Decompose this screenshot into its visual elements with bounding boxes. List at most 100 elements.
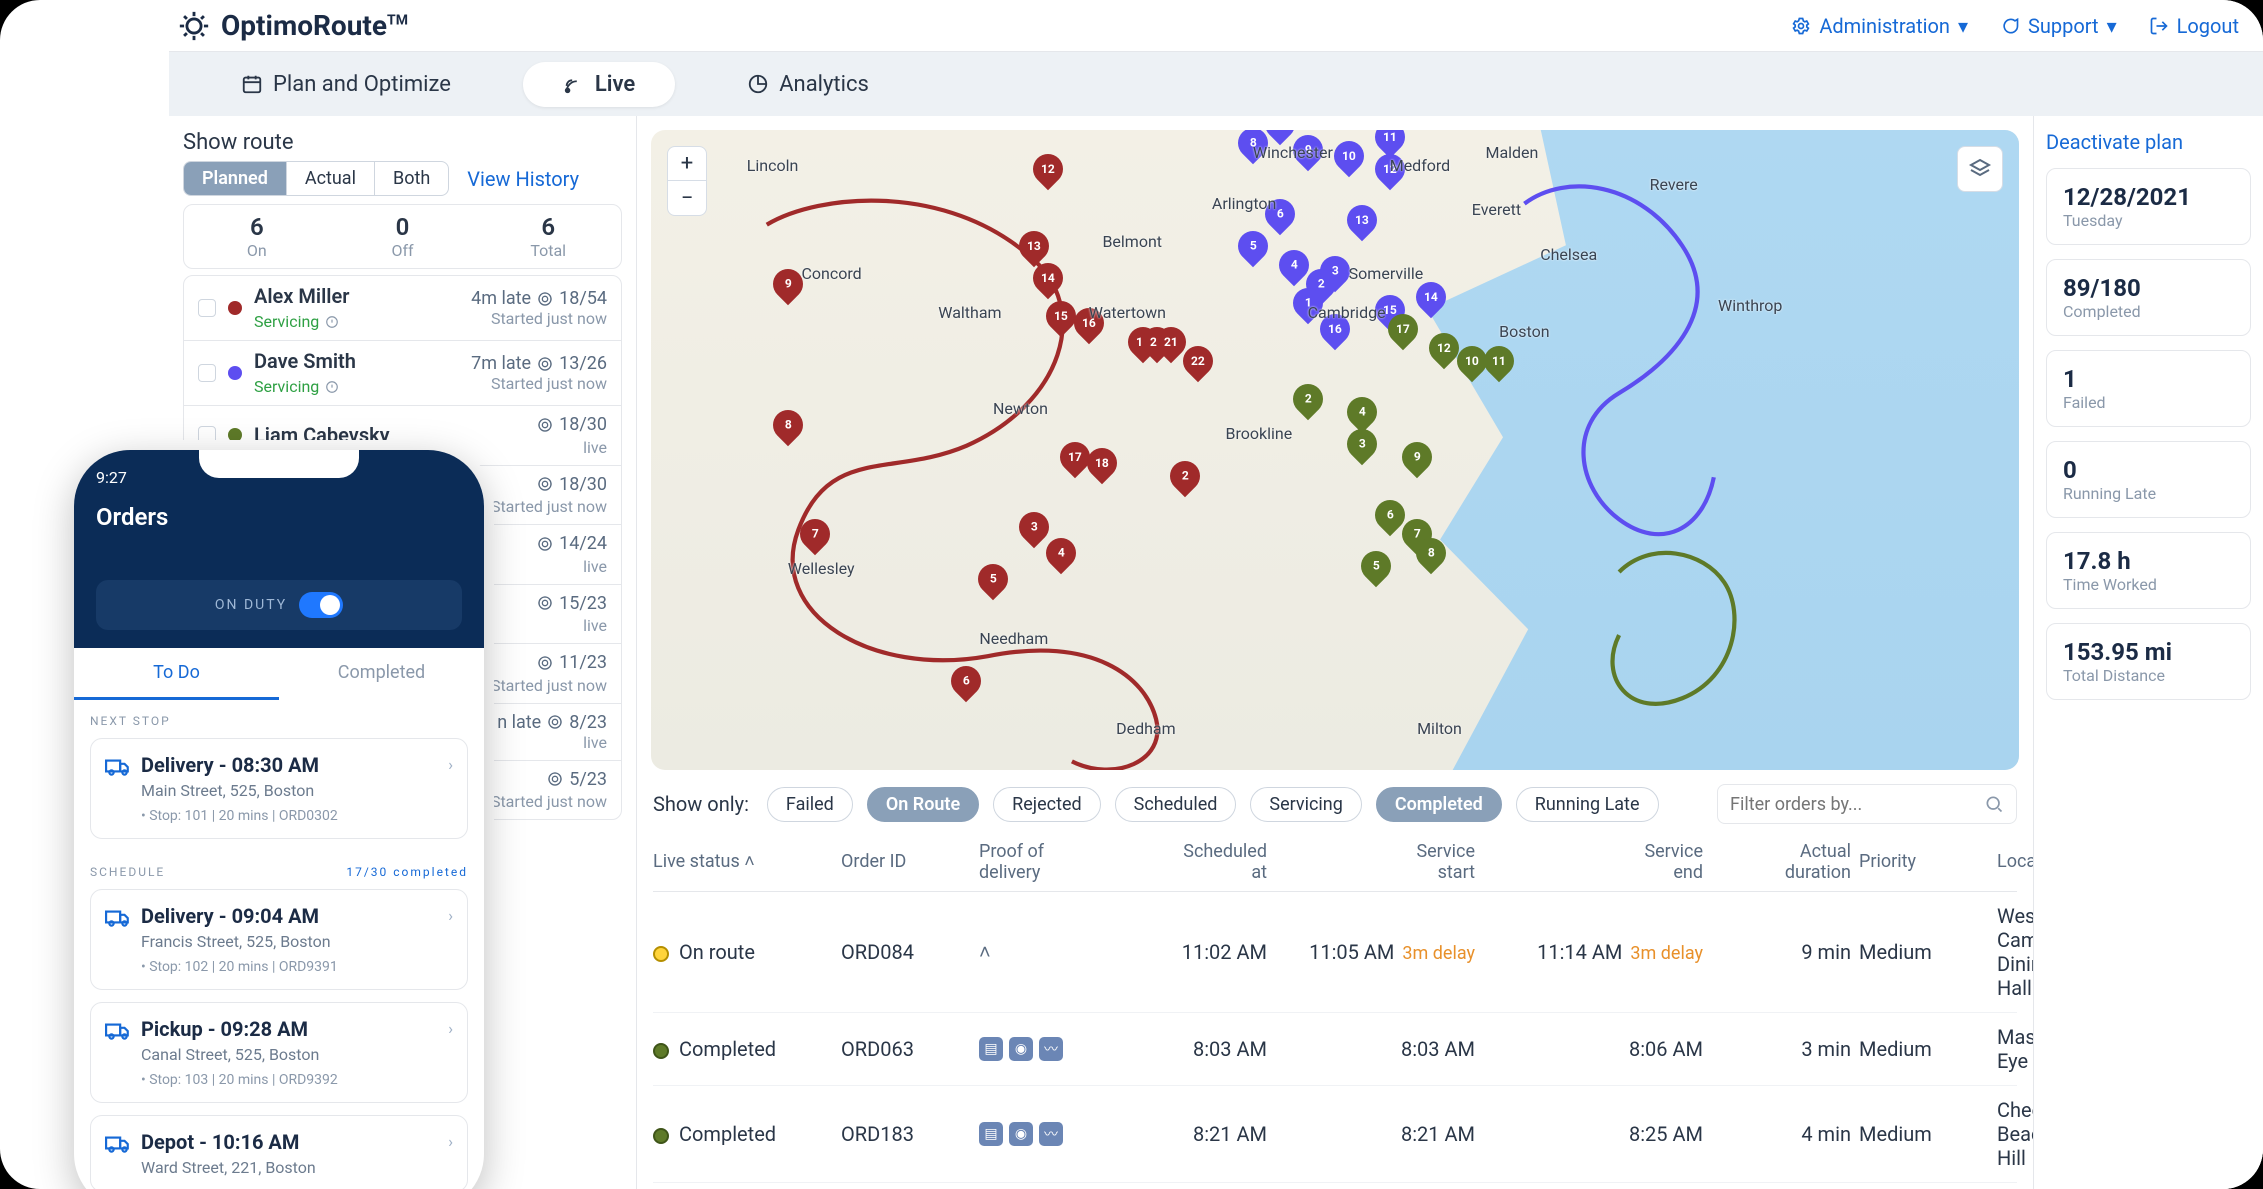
column-header[interactable]: Actualduration (1711, 842, 1851, 883)
view-history-link[interactable]: View History (467, 167, 579, 191)
tab-live[interactable]: Live (523, 62, 675, 107)
map-pin[interactable]: 21 (1156, 327, 1186, 367)
column-header[interactable]: Live status ˄ (653, 852, 833, 873)
driver-checkbox[interactable] (198, 364, 216, 382)
map-pin[interactable]: 13 (1347, 205, 1377, 245)
map-pin[interactable]: 5 (1361, 551, 1391, 591)
map[interactable]: 1291314815161920212217182734568791011121… (651, 130, 2019, 770)
filter-chip-rejected[interactable]: Rejected (993, 787, 1101, 822)
column-header[interactable]: Order ID (841, 852, 971, 873)
driver-checkbox[interactable] (198, 299, 216, 317)
cell-end: 11:14 AM3m delay (1483, 940, 1703, 964)
map-pin[interactable]: 18 (1087, 448, 1117, 488)
city-label: Lincoln (747, 156, 799, 175)
order-search-input[interactable] (1730, 794, 1984, 815)
map-pin[interactable]: 12 (1033, 154, 1063, 194)
map-pin[interactable]: 3 (1320, 256, 1350, 296)
column-header[interactable]: Priority (1859, 852, 1989, 873)
map-pin[interactable]: 8 (1416, 538, 1446, 578)
schedule-heading: SCHEDULE (90, 865, 165, 879)
map-pin[interactable]: 9 (773, 269, 803, 309)
order-row[interactable]: On route ORD084 ˄ 11:02 AM 11:05 AM3m de… (653, 892, 2017, 1013)
phone-next-stop-card[interactable]: › Delivery - 08:30 AM Main Street, 525, … (90, 738, 468, 839)
order-row[interactable]: Completed ORD096 ▤◉〰 8:28 AM 8:30 AM2m d… (653, 1183, 2017, 1189)
driver-row[interactable]: Dave Smith Servicing 7m late 13/26 Start… (184, 340, 621, 405)
map-pin[interactable]: 4 (1279, 250, 1309, 290)
map-pin[interactable]: 9 (1402, 442, 1432, 482)
map-pin[interactable]: 14 (1416, 282, 1446, 322)
cell-end: 8:25 AM (1483, 1122, 1703, 1146)
map-pin[interactable]: 12 (1429, 333, 1459, 373)
filter-chip-on-route[interactable]: On Route (867, 787, 979, 822)
chevron-right-icon: › (448, 1132, 453, 1151)
map-pin[interactable]: 17 (1388, 314, 1418, 354)
route-mode-planned[interactable]: Planned (184, 162, 287, 195)
column-header[interactable]: Proof ofdelivery (979, 842, 1099, 883)
filter-chip-servicing[interactable]: Servicing (1250, 787, 1361, 822)
filter-chip-completed[interactable]: Completed (1376, 787, 1502, 822)
administration-menu[interactable]: Administration ▾ (1791, 14, 1968, 38)
map-pin[interactable]: 4 (1046, 538, 1076, 578)
map-pin[interactable]: 7 (800, 519, 830, 559)
cell-end: 8:06 AM (1483, 1037, 1703, 1061)
layers-button[interactable] (1957, 146, 2003, 192)
stat-tuesday: 12/28/2021Tuesday (2046, 168, 2251, 245)
on-duty-toggle[interactable]: ON DUTY (96, 580, 462, 630)
map-pin[interactable]: 3 (1347, 429, 1377, 469)
order-filters: Show only: FailedOn RouteRejectedSchedul… (637, 784, 2033, 834)
chevron-down-icon: ▾ (2107, 14, 2117, 38)
cell-location: Cheers Beacon Hill (1997, 1098, 2033, 1170)
map-pin[interactable]: 10 (1457, 346, 1487, 386)
city-label: Boston (1499, 322, 1549, 341)
map-pin[interactable]: 6 (1375, 500, 1405, 540)
phone-tab-todo[interactable]: To Do (74, 648, 279, 700)
tab-analytics[interactable]: Analytics (707, 62, 909, 107)
map-pin[interactable]: 6 (951, 666, 981, 706)
driver-progress: 7m late 13/26 (471, 353, 607, 374)
city-label: Somerville (1349, 264, 1424, 283)
chevron-right-icon: › (448, 755, 453, 774)
cell-priority: Medium (1859, 1122, 1989, 1146)
total-on: 6On (184, 205, 330, 268)
map-pin[interactable]: 3 (1019, 512, 1049, 552)
route-mode-both[interactable]: Both (375, 162, 448, 195)
filter-chip-scheduled[interactable]: Scheduled (1115, 787, 1237, 822)
zoom-out-button[interactable]: − (668, 181, 706, 215)
map-pin[interactable]: 2 (1170, 461, 1200, 501)
filter-chip-failed[interactable]: Failed (767, 787, 853, 822)
driver-substatus: live (497, 733, 607, 752)
view-tabs: Plan and Optimize Live Analytics (169, 52, 2263, 116)
filter-chip-running-late[interactable]: Running Late (1516, 787, 1659, 822)
phone-stop-card[interactable]: › Depot - 10:16 AMWard Street, 221, Bost… (90, 1115, 468, 1189)
plan-summary-panel: Deactivate plan 12/28/2021Tuesday89/180C… (2033, 116, 2263, 1189)
deactivate-plan-link[interactable]: Deactivate plan (2046, 130, 2251, 154)
map-pin[interactable]: 14 (1033, 263, 1063, 303)
map-pin[interactable]: 5 (978, 564, 1008, 604)
support-menu[interactable]: Support ▾ (2000, 14, 2117, 38)
map-pin[interactable]: 22 (1183, 346, 1213, 386)
column-header[interactable]: Serviceend (1483, 842, 1703, 883)
cell-scheduled: 11:02 AM (1107, 940, 1267, 964)
zoom-in-button[interactable]: + (668, 147, 706, 181)
phone-stop-card[interactable]: › Pickup - 09:28 AMCanal Street, 525, Bo… (90, 1002, 468, 1103)
column-header[interactable]: Location (1997, 852, 2033, 873)
order-search[interactable] (1717, 784, 2017, 824)
map-pin[interactable]: 2 (1293, 384, 1323, 424)
order-row[interactable]: Completed ORD183 ▤◉〰 8:21 AM 8:21 AM 8:2… (653, 1086, 2017, 1183)
driver-row[interactable]: Alex Miller Servicing 4m late 18/54 Star… (184, 276, 621, 340)
map-pin[interactable]: 11 (1484, 346, 1514, 386)
column-header[interactable]: Scheduledat (1107, 842, 1267, 883)
map-pin[interactable]: 10 (1334, 141, 1364, 181)
map-pin[interactable]: 8 (773, 410, 803, 450)
driver-checkbox[interactable] (198, 426, 216, 444)
column-header[interactable]: Servicestart (1275, 842, 1475, 883)
driver-substatus: live (537, 616, 607, 635)
map-pin[interactable]: 15 (1046, 301, 1076, 341)
order-row[interactable]: Completed ORD063 ▤◉〰 8:03 AM 8:03 AM 8:0… (653, 1013, 2017, 1086)
tab-plan[interactable]: Plan and Optimize (201, 62, 491, 107)
logout-link[interactable]: Logout (2149, 14, 2239, 38)
map-pin[interactable]: 5 (1238, 231, 1268, 271)
route-mode-actual[interactable]: Actual (287, 162, 375, 195)
phone-stop-card[interactable]: › Delivery - 09:04 AMFrancis Street, 525… (90, 889, 468, 990)
phone-tab-completed[interactable]: Completed (279, 648, 484, 700)
